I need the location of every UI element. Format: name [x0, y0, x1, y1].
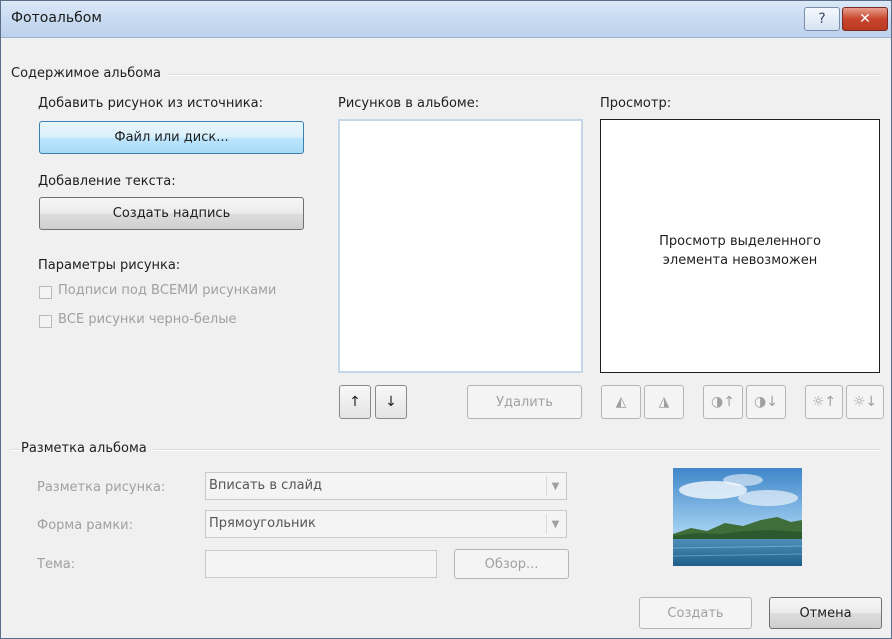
insert-text-label: Добавление текста: — [38, 174, 176, 189]
contrast-up-icon: ◑↑ — [711, 394, 735, 410]
chevron-down-icon[interactable]: ▼ — [546, 476, 564, 496]
brightness-up-icon: ☼↑ — [811, 394, 837, 410]
pictures-in-album-label: Рисунков в альбоме: — [338, 96, 480, 111]
move-down-button[interactable]: ↓ — [375, 385, 407, 419]
move-up-button[interactable]: ↑ — [339, 385, 371, 419]
landscape-image — [673, 468, 802, 566]
captions-checkbox[interactable] — [39, 286, 52, 299]
new-text-box-label: Создать надпись — [112, 206, 231, 221]
album-content-group-title: Содержимое альбома — [11, 66, 168, 81]
pictures-in-album-list[interactable] — [338, 119, 583, 373]
preview-message-line-1: Просмотр выделенного — [659, 234, 821, 249]
picture-layout-select[interactable]: Вписать в слайд ▼ — [205, 472, 567, 500]
rotate-left-icon: ◭ — [615, 394, 627, 410]
create-label: Создать — [667, 605, 724, 621]
window-title: Фотоальбом — [11, 10, 102, 26]
photo-album-dialog: Фотоальбом ? ✕ Содержимое альбома Добави… — [0, 0, 892, 639]
brightness-down-button[interactable]: ☼↓ — [846, 385, 884, 419]
contrast-down-button[interactable]: ◑↓ — [746, 385, 786, 419]
brightness-down-icon: ☼↓ — [852, 394, 878, 410]
rotate-right-icon: ◮ — [658, 394, 670, 410]
close-icon: ✕ — [859, 11, 871, 27]
preview-pane: Просмотр выделенного элемента невозможен — [600, 119, 880, 373]
remove-label: Удалить — [496, 394, 553, 410]
frame-shape-value: Прямоугольник — [209, 516, 316, 531]
theme-input[interactable] — [205, 550, 437, 578]
cancel-button[interactable]: Отмена — [769, 597, 882, 629]
help-button[interactable]: ? — [804, 7, 840, 31]
insert-from-label: Добавить рисунок из источника: — [38, 96, 263, 111]
picture-options-label: Параметры рисунка: — [38, 258, 181, 273]
browse-button[interactable]: Обзор... — [454, 549, 569, 579]
remove-button[interactable]: Удалить — [467, 385, 582, 419]
picture-layout-label: Разметка рисунка: — [37, 480, 166, 495]
contrast-up-button[interactable]: ◑↑ — [703, 385, 743, 419]
move-up-icon: ↑ — [349, 394, 361, 410]
file-or-disk-button[interactable]: Файл или диск... — [39, 121, 304, 154]
frame-shape-label: Форма рамки: — [37, 518, 134, 533]
contrast-down-icon: ◑↓ — [754, 394, 778, 410]
help-icon: ? — [818, 11, 826, 27]
new-text-box-button[interactable]: Создать надпись — [39, 197, 304, 230]
brightness-up-button[interactable]: ☼↑ — [805, 385, 843, 419]
rotate-left-button[interactable]: ◭ — [601, 385, 641, 419]
rotate-right-button[interactable]: ◮ — [644, 385, 684, 419]
chevron-down-icon[interactable]: ▼ — [546, 514, 564, 534]
create-button[interactable]: Создать — [639, 597, 752, 629]
close-button[interactable]: ✕ — [842, 7, 888, 31]
black-white-checkbox-label: ВСЕ рисунки черно-белые — [58, 312, 237, 327]
black-white-checkbox[interactable] — [39, 315, 52, 328]
preview-message: Просмотр выделенного элемента невозможен — [601, 232, 879, 270]
frame-shape-select[interactable]: Прямоугольник ▼ — [205, 510, 567, 538]
move-down-icon: ↓ — [385, 394, 397, 410]
browse-label: Обзор... — [484, 556, 539, 572]
file-or-disk-label: Файл или диск... — [114, 130, 229, 145]
picture-layout-value: Вписать в слайд — [209, 478, 323, 493]
cancel-label: Отмена — [799, 605, 852, 621]
theme-label: Тема: — [37, 557, 76, 572]
title-bar[interactable]: Фотоальбом ? ✕ — [1, 1, 891, 38]
preview-message-line-2: элемента невозможен — [662, 253, 818, 268]
preview-label: Просмотр: — [600, 96, 672, 111]
layout-preview-thumbnail — [673, 468, 802, 566]
captions-checkbox-label: Подписи под ВСЕМИ рисунками — [58, 283, 277, 298]
album-layout-group-title: Разметка альбома — [21, 441, 153, 456]
